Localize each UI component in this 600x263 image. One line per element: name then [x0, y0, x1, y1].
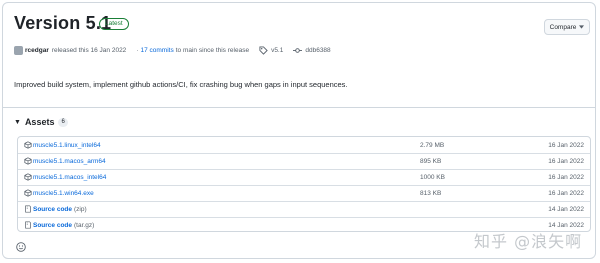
- asset-name: muscle5.1.win64.exe: [33, 189, 94, 197]
- latest-badge: Latest: [99, 18, 129, 30]
- tag-icon: [259, 45, 268, 55]
- file-zip-icon: [25, 205, 31, 213]
- smiley-icon[interactable]: [16, 242, 26, 252]
- triangle-down-icon: ▼: [14, 118, 21, 126]
- assets-table: muscle5.1.linux_intel64 2.79 MB 16 Jan 2…: [17, 136, 591, 232]
- release-description: Improved build system, implement github …: [14, 80, 348, 89]
- asset-link[interactable]: Source code (tar.gz): [24, 221, 94, 229]
- watermark-text: 知乎 @浪矢啊: [474, 232, 583, 251]
- asset-name: muscle5.1.macos_arm64: [33, 157, 106, 165]
- assets-heading: Assets: [24, 117, 55, 127]
- release-title[interactable]: Version 5.1: [14, 13, 111, 34]
- asset-date: 16 Jan 2022: [548, 189, 584, 197]
- compare-button[interactable]: Compare: [544, 19, 590, 35]
- commits-prefix: ·: [136, 46, 139, 54]
- git-commit-icon: [293, 47, 303, 53]
- asset-link[interactable]: Source code (zip): [24, 205, 87, 213]
- asset-row: muscle5.1.macos_intel64 1000 KB 16 Jan 2…: [18, 169, 590, 186]
- asset-link[interactable]: muscle5.1.win64.exe: [24, 189, 94, 197]
- released-text: released this 16 Jan 2022: [51, 46, 127, 54]
- divider: [3, 107, 595, 108]
- release-card: Version 5.1 Latest Compare rcedgar relea…: [2, 2, 596, 259]
- asset-size: 1000 KB: [420, 173, 445, 181]
- asset-name: Source code: [33, 205, 73, 213]
- package-icon: [24, 173, 32, 181]
- asset-link[interactable]: muscle5.1.macos_intel64: [24, 173, 106, 181]
- commits-link[interactable]: 17 commits: [140, 47, 173, 54]
- author-link[interactable]: rcedgar: [25, 47, 49, 54]
- package-icon: [24, 157, 32, 165]
- watermark: 知乎 @浪矢啊: [474, 228, 582, 252]
- commits-suffix: to main since this release: [175, 46, 250, 54]
- asset-name: Source code: [33, 221, 73, 229]
- asset-date: 14 Jan 2022: [548, 205, 584, 213]
- asset-size: 895 KB: [420, 157, 442, 165]
- asset-size: 813 KB: [420, 189, 442, 197]
- release-meta: rcedgar released this 16 Jan 2022 · 17 c…: [14, 44, 331, 56]
- tag-link[interactable]: v5.1: [271, 47, 283, 54]
- package-icon: [24, 141, 32, 149]
- commit-hash-link[interactable]: ddb6388: [305, 47, 330, 54]
- assets-count: 6: [58, 117, 68, 127]
- assets-toggle[interactable]: ▼ Assets 6: [14, 117, 68, 127]
- asset-size: 2.79 MB: [420, 141, 445, 149]
- asset-row: Source code (zip) 14 Jan 2022: [18, 201, 590, 218]
- package-icon: [24, 189, 32, 197]
- asset-link[interactable]: muscle5.1.macos_arm64: [24, 157, 106, 165]
- asset-row: muscle5.1.macos_arm64 895 KB 16 Jan 2022: [18, 153, 590, 170]
- asset-row: muscle5.1.linux_intel64 2.79 MB 16 Jan 2…: [18, 137, 590, 154]
- asset-row: muscle5.1.win64.exe 813 KB 16 Jan 2022: [18, 185, 590, 202]
- asset-format: (zip): [74, 205, 87, 213]
- file-zip-icon: [25, 221, 31, 229]
- chevron-down-icon: [579, 25, 585, 29]
- asset-link[interactable]: muscle5.1.linux_intel64: [24, 141, 101, 149]
- asset-format: (tar.gz): [74, 221, 95, 229]
- avatar[interactable]: [14, 45, 23, 55]
- asset-date: 16 Jan 2022: [548, 141, 584, 149]
- asset-date: 16 Jan 2022: [548, 173, 584, 181]
- asset-name: muscle5.1.macos_intel64: [33, 173, 107, 181]
- compare-label: Compare: [549, 23, 577, 31]
- asset-name: muscle5.1.linux_intel64: [33, 141, 101, 149]
- asset-date: 16 Jan 2022: [548, 157, 584, 165]
